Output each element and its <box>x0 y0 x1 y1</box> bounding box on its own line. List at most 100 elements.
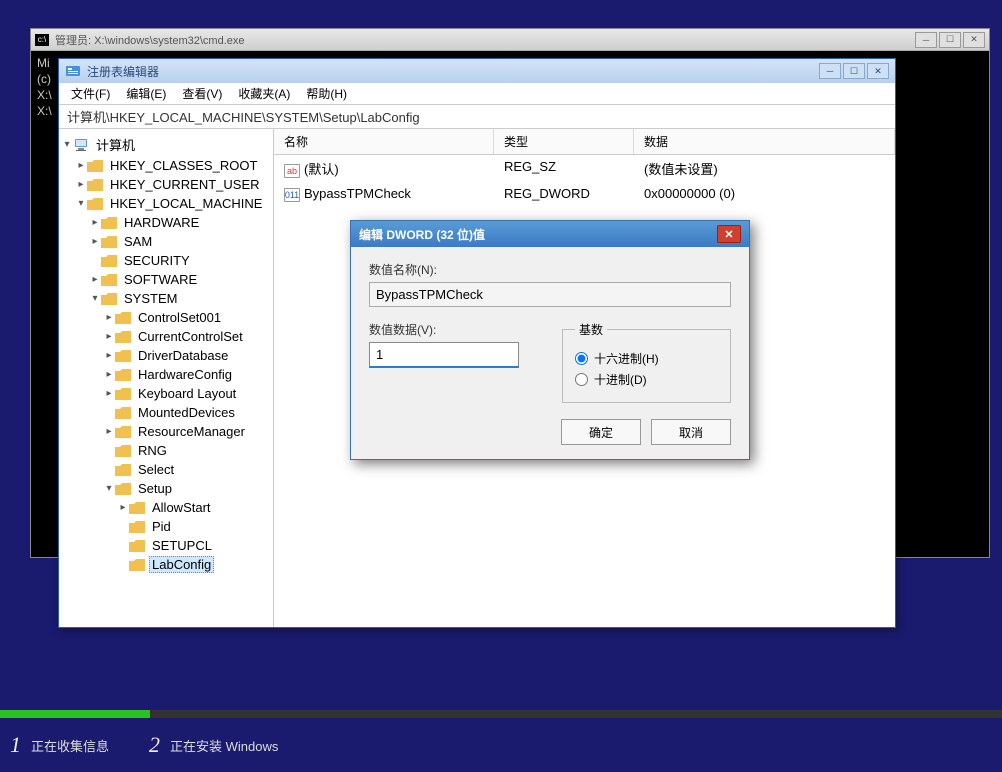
tree-expander-icon[interactable]: ▸ <box>89 236 101 247</box>
tree-drvdb[interactable]: DriverDatabase <box>135 347 231 364</box>
regedit-menubar: 文件(F) 编辑(E) 查看(V) 收藏夹(A) 帮助(H) <box>59 83 895 105</box>
regedit-path-text: 计算机\HKEY_LOCAL_MACHINE\SYSTEM\Setup\LabC… <box>67 107 420 126</box>
step-number: 2 <box>149 732 160 758</box>
folder-icon <box>115 312 131 324</box>
radix-hex-radio[interactable] <box>575 352 588 365</box>
regedit-titlebar[interactable]: 注册表编辑器 ─ ☐ ✕ <box>59 59 895 83</box>
regedit-close-button[interactable]: ✕ <box>867 63 889 79</box>
tree-ccs[interactable]: CurrentControlSet <box>135 328 246 345</box>
tree-expander-icon[interactable]: ▸ <box>89 217 101 228</box>
folder-icon <box>115 331 131 343</box>
folder-icon <box>115 350 131 362</box>
radix-dec-option[interactable]: 十进制(D) <box>575 371 718 388</box>
value-row[interactable]: ab(默认) REG_SZ (数值未设置) <box>274 155 895 182</box>
folder-icon <box>87 160 103 172</box>
tree-expander-icon[interactable]: ▾ <box>61 139 73 150</box>
cmd-maximize-button[interactable]: ☐ <box>939 32 961 48</box>
folder-icon <box>101 255 117 267</box>
step-number: 1 <box>10 732 21 758</box>
regedit-minimize-button[interactable]: ─ <box>819 63 841 79</box>
tree-setupcl[interactable]: SETUPCL <box>149 537 215 554</box>
tree-expander-icon[interactable]: ▾ <box>103 483 115 494</box>
tree-expander-icon[interactable]: ▸ <box>75 160 87 171</box>
tree-hkcr[interactable]: HKEY_CLASSES_ROOT <box>107 157 260 174</box>
tree-pid[interactable]: Pid <box>149 518 174 535</box>
tree-expander-icon[interactable]: ▸ <box>103 331 115 342</box>
folder-icon <box>115 369 131 381</box>
tree-labconfig[interactable]: LabConfig <box>149 556 214 573</box>
cmd-close-button[interactable]: ✕ <box>963 32 985 48</box>
tree-expander-icon[interactable]: ▾ <box>89 293 101 304</box>
regedit-icon <box>65 63 81 79</box>
tree-security[interactable]: SECURITY <box>121 252 193 269</box>
tree-software[interactable]: SOFTWARE <box>121 271 200 288</box>
value-type: REG_DWORD <box>494 184 634 204</box>
regedit-title-text: 注册表编辑器 <box>87 63 819 80</box>
menu-favorites[interactable]: 收藏夹(A) <box>230 83 298 104</box>
status-step-1: 1 正在收集信息 <box>10 732 109 758</box>
menu-file[interactable]: 文件(F) <box>63 83 118 104</box>
col-type[interactable]: 类型 <box>494 129 634 154</box>
folder-icon <box>101 274 117 286</box>
tree-mounted[interactable]: MountedDevices <box>135 404 238 421</box>
folder-icon <box>115 407 131 419</box>
dialog-close-button[interactable]: ✕ <box>717 225 741 243</box>
setup-status-bar: 1 正在收集信息 2 正在安装 Windows <box>0 710 1002 768</box>
regedit-maximize-button[interactable]: ☐ <box>843 63 865 79</box>
col-data[interactable]: 数据 <box>634 129 895 154</box>
tree-kblayout[interactable]: Keyboard Layout <box>135 385 239 402</box>
cancel-button[interactable]: 取消 <box>651 419 731 445</box>
tree-resmgr[interactable]: ResourceManager <box>135 423 248 440</box>
folder-icon <box>115 445 131 457</box>
regedit-tree[interactable]: ▾ 计算机 ▸ HKEY_CLASSES_ROOT ▸ HKEY_CURRENT_US… <box>59 129 274 627</box>
cmd-icon: c:\ <box>35 34 49 46</box>
list-header: 名称 类型 数据 <box>274 129 895 155</box>
value-row[interactable]: 011BypassTPMCheck REG_DWORD 0x00000000 (… <box>274 182 895 206</box>
tree-root[interactable]: 计算机 <box>93 134 138 155</box>
tree-select[interactable]: Select <box>135 461 177 478</box>
value-data: 0x00000000 (0) <box>634 184 895 204</box>
tree-expander-icon[interactable]: ▸ <box>117 502 129 513</box>
status-step-2: 2 正在安装 Windows <box>149 732 278 758</box>
menu-help[interactable]: 帮助(H) <box>298 83 355 104</box>
col-name[interactable]: 名称 <box>274 129 494 154</box>
tree-system[interactable]: SYSTEM <box>121 290 180 307</box>
progress-fill <box>0 710 150 718</box>
computer-icon <box>73 138 89 152</box>
tree-hardware[interactable]: HARDWARE <box>121 214 202 231</box>
tree-hwcfg[interactable]: HardwareConfig <box>135 366 235 383</box>
tree-allowstart[interactable]: AllowStart <box>149 499 214 516</box>
folder-icon <box>101 293 117 305</box>
radix-legend: 基数 <box>575 321 607 338</box>
cmd-titlebar[interactable]: c:\ 管理员: X:\windows\system32\cmd.exe ─ ☐… <box>31 29 989 51</box>
tree-expander-icon[interactable]: ▸ <box>103 369 115 380</box>
ok-button[interactable]: 确定 <box>561 419 641 445</box>
menu-view[interactable]: 查看(V) <box>174 83 230 104</box>
radix-dec-radio[interactable] <box>575 373 588 386</box>
tree-expander-icon[interactable]: ▸ <box>75 179 87 190</box>
tree-hklm[interactable]: HKEY_LOCAL_MACHINE <box>107 195 265 212</box>
regedit-path-bar[interactable]: 计算机\HKEY_LOCAL_MACHINE\SYSTEM\Setup\LabC… <box>59 105 895 129</box>
radix-hex-option[interactable]: 十六进制(H) <box>575 350 718 367</box>
tree-setup[interactable]: Setup <box>135 480 175 497</box>
value-name: BypassTPMCheck <box>304 186 411 201</box>
value-data-label: 数值数据(V): <box>369 321 538 338</box>
tree-expander-icon[interactable]: ▸ <box>103 350 115 361</box>
tree-expander-icon[interactable]: ▾ <box>75 198 87 209</box>
tree-expander-icon[interactable]: ▸ <box>103 388 115 399</box>
tree-rng[interactable]: RNG <box>135 442 170 459</box>
tree-sam[interactable]: SAM <box>121 233 155 250</box>
tree-expander-icon[interactable]: ▸ <box>103 312 115 323</box>
dialog-titlebar[interactable]: 编辑 DWORD (32 位)值 ✕ <box>351 221 749 247</box>
tree-expander-icon[interactable]: ▸ <box>103 426 115 437</box>
step-text: 正在收集信息 <box>31 736 109 755</box>
cmd-title-text: 管理员: X:\windows\system32\cmd.exe <box>55 32 915 48</box>
tree-cs001[interactable]: ControlSet001 <box>135 309 224 326</box>
tree-hkcu[interactable]: HKEY_CURRENT_USER <box>107 176 263 193</box>
value-data-input[interactable] <box>369 342 519 368</box>
folder-icon <box>129 502 145 514</box>
menu-edit[interactable]: 编辑(E) <box>118 83 174 104</box>
cmd-minimize-button[interactable]: ─ <box>915 32 937 48</box>
step-text: 正在安装 Windows <box>170 736 278 755</box>
tree-expander-icon[interactable]: ▸ <box>89 274 101 285</box>
